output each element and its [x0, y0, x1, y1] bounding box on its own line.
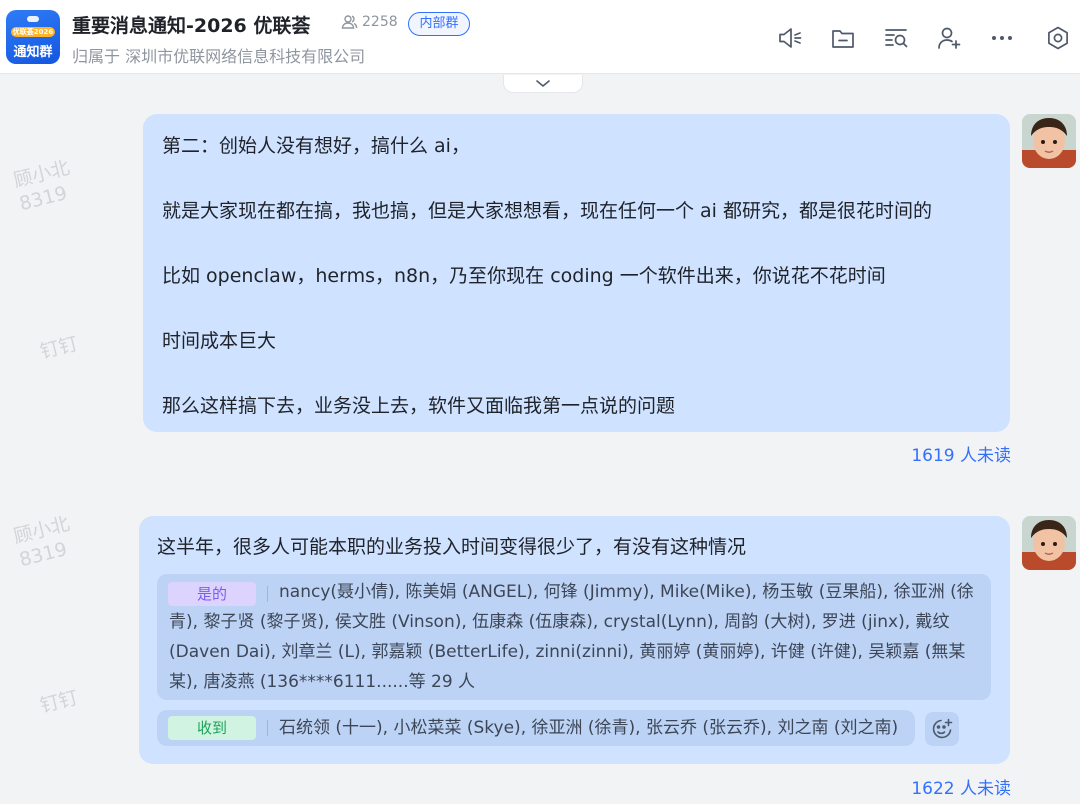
- internal-group-badge: 内部群: [408, 12, 470, 36]
- member-count[interactable]: 2258: [341, 13, 398, 30]
- sender-avatar[interactable]: [1022, 114, 1076, 168]
- received-chip: 收到: [168, 716, 256, 740]
- chat-header: 优联荟2026 通知群 重要消息通知-2026 优联荟 2258 内部群 归属于…: [0, 0, 1080, 74]
- folder-icon[interactable]: [827, 22, 859, 54]
- app-watermark: 钉钉: [37, 686, 81, 718]
- name-watermark: 顾小北 8319: [11, 512, 72, 572]
- add-member-icon[interactable]: [933, 22, 965, 54]
- brand-logo-icon: [27, 16, 39, 22]
- message-line: 第二：创始人没有想好，搞什么 ai，: [162, 135, 470, 157]
- received-list[interactable]: 收到 石统领 (十一), 小松菜菜 (Skye), 徐亚洲 (徐青), 张云乔 …: [157, 710, 915, 746]
- member-count-value: 2258: [362, 13, 398, 30]
- more-icon[interactable]: [986, 22, 1018, 54]
- poll-question: 这半年，很多人可能本职的业务投入时间变得很少了，有没有这种情况: [157, 536, 747, 558]
- message-line: 那么这样搞下去，业务没上去，软件又面临我第一点说的问题: [162, 395, 676, 417]
- message-bubble[interactable]: 第二：创始人没有想好，搞什么 ai， 就是大家现在都在搞，我也搞，但是大家想想看…: [143, 114, 1010, 432]
- search-history-icon[interactable]: [880, 22, 912, 54]
- add-reaction-button[interactable]: [925, 712, 959, 746]
- settings-icon[interactable]: [1042, 22, 1074, 54]
- member-icon: [341, 15, 358, 29]
- group-title[interactable]: 重要消息通知-2026 优联荟: [72, 11, 310, 38]
- message-line: 时间成本巨大: [162, 330, 277, 352]
- message-line: 比如 openclaw，herms，n8n，乃至你现在 coding 一个软件出…: [162, 265, 886, 287]
- emoji-add-icon: [932, 718, 953, 739]
- chevron-down-icon: [536, 79, 550, 87]
- sender-avatar[interactable]: [1022, 516, 1076, 570]
- vote-names: nancy(聂小倩), 陈美娟 (ANGEL), 何锋 (Jimmy), Mik…: [169, 582, 974, 692]
- name-watermark: 顾小北 8319: [11, 156, 72, 216]
- collapse-pinned-toggle[interactable]: [503, 75, 583, 93]
- vote-divider: [267, 586, 268, 602]
- received-divider: [267, 720, 268, 736]
- group-owner: 归属于 深圳市优联网络信息科技有限公司: [72, 47, 366, 66]
- announcement-icon[interactable]: [774, 22, 806, 54]
- unread-count[interactable]: 1619 人未读: [911, 441, 1011, 466]
- unread-count[interactable]: 1622 人未读: [911, 774, 1011, 799]
- group-avatar[interactable]: 优联荟2026 通知群: [6, 10, 60, 64]
- group-avatar-label: 通知群: [13, 45, 53, 60]
- received-names: 石统领 (十一), 小松菜菜 (Skye), 徐亚洲 (徐青), 张云乔 (张云…: [279, 718, 899, 738]
- app-watermark: 钉钉: [37, 332, 81, 364]
- vote-option-chip: 是的: [168, 582, 256, 606]
- vote-result-yes[interactable]: nancy(聂小倩), 陈美娟 (ANGEL), 何锋 (Jimmy), Mik…: [157, 574, 991, 700]
- message-line: 就是大家现在都在搞，我也搞，但是大家想想看，现在任何一个 ai 都研究，都是很花…: [162, 200, 933, 222]
- poll-message-bubble[interactable]: 这半年，很多人可能本职的业务投入时间变得很少了，有没有这种情况 nancy(聂小…: [139, 516, 1010, 764]
- group-avatar-year: 优联荟2026: [11, 27, 55, 37]
